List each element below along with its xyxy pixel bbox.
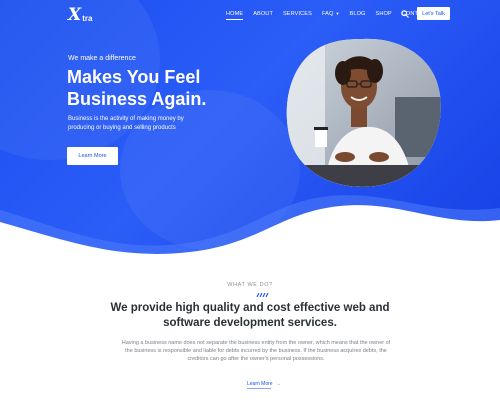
search-icon[interactable] [401, 10, 409, 18]
nav-item-faq-label: FAQ [321, 11, 334, 17]
top-nav: X tra HOME ABOUT SERVICES FAQ ▼ BLOG SHOP… [0, 0, 500, 30]
hero-eyebrow: We make a difference [68, 55, 136, 62]
brand-logo[interactable]: X tra [68, 5, 93, 25]
section-body: Having a business name does not separate… [121, 340, 391, 362]
nav-item-blog[interactable]: BLOG [350, 11, 366, 17]
logo-mark: X [68, 5, 82, 25]
hero-photo [286, 38, 441, 187]
hero-headline-line1: Makes You Feel [67, 67, 201, 87]
nav-item-services[interactable]: SERVICES [283, 11, 312, 17]
logo-text: tra [82, 14, 93, 23]
section-link-underline [247, 388, 271, 389]
section-link-label: Learn More [247, 381, 273, 387]
section-title-line1: We provide high quality and cost effecti… [110, 302, 390, 314]
nav-item-home[interactable]: HOME [226, 11, 244, 20]
hero-learn-more-button[interactable]: Learn More [67, 147, 118, 165]
hero-section: X tra HOME ABOUT SERVICES FAQ ▼ BLOG SHOP… [0, 0, 500, 262]
section-title: We provide high quality and cost effecti… [0, 301, 500, 331]
section-eyebrow: WHAT WE DO? [227, 282, 273, 288]
section-divider-mark [256, 293, 269, 297]
chevron-down-icon: ▼ [335, 11, 340, 16]
hero-headline-line2: Business Again. [67, 89, 207, 109]
section-learn-more-link[interactable]: Learn More → [247, 381, 281, 387]
nav-item-faq[interactable]: FAQ ▼ [322, 11, 340, 17]
section-title-line2: software development services. [163, 317, 337, 329]
arrow-right-icon: → [275, 381, 281, 387]
nav-item-about[interactable]: ABOUT [253, 11, 273, 17]
hero-lead: Business is the activity of making money… [68, 116, 184, 131]
hero-headline: Makes You Feel Business Again. [67, 66, 257, 110]
nav-item-shop[interactable]: SHOP [375, 11, 391, 17]
lets-talk-button[interactable]: Let's Talk [417, 7, 450, 20]
